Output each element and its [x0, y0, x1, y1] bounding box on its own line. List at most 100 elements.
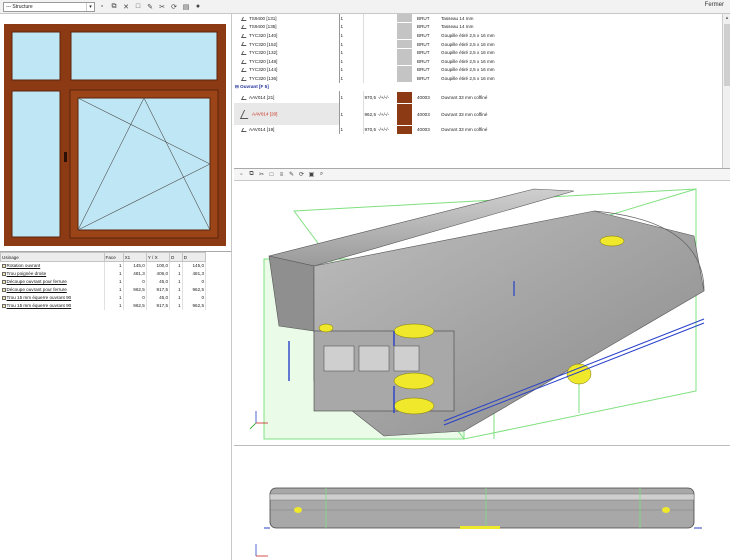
- row-label: Trou 15 mm équerre ouvrant 90: [0, 301, 105, 310]
- list-item[interactable]: TYC320 [140] 1 BRUT Goupille étiré 2,5 x…: [234, 31, 627, 40]
- row-d2: 0: [182, 277, 207, 286]
- table-row[interactable]: Rotation ouvrant 1 145,0 100,0 1 145,0: [0, 261, 207, 270]
- color-swatch: [397, 48, 412, 57]
- cube-icon[interactable]: ▣: [307, 170, 316, 179]
- col-d2[interactable]: D: [181, 252, 207, 262]
- color-swatch: [397, 91, 412, 103]
- table-row[interactable]: Découpe ouvrant pour ferrure 1 962,5 917…: [0, 285, 207, 294]
- row-face: 1: [104, 285, 124, 294]
- profile-section-icon: [239, 109, 253, 119]
- row-y: 45,0: [146, 277, 171, 286]
- profile-2d-view[interactable]: [234, 445, 730, 560]
- row-y: 45,0: [146, 293, 171, 302]
- row-face: 1: [104, 261, 124, 270]
- chamber: [358, 345, 390, 372]
- profile-finish: BRUT: [417, 50, 430, 56]
- profile-qty: 1: [339, 125, 364, 134]
- profile-icon: [241, 42, 248, 47]
- row-d1: 1: [169, 301, 183, 310]
- refresh-icon[interactable]: ⟳: [169, 2, 179, 12]
- print-icon[interactable]: ▤: [181, 2, 191, 12]
- profile-finish: BRUT: [417, 15, 430, 21]
- color-swatch: [397, 14, 412, 23]
- list-item[interactable]: TYC320 [152] 1 BRUT Goupille étiré 2,5 x…: [234, 39, 627, 49]
- scroll-thumb[interactable]: [724, 24, 730, 86]
- pen-icon[interactable]: ✎: [287, 170, 296, 179]
- col-x1[interactable]: X1: [122, 252, 147, 262]
- copy-icon[interactable]: ⧉: [247, 170, 256, 179]
- col-usinage[interactable]: Usinage: [0, 252, 105, 262]
- chamber: [323, 345, 355, 372]
- profile-length: [363, 66, 377, 75]
- col-d1[interactable]: D: [169, 252, 183, 262]
- list-item[interactable]: AAV014 [21] 1 970,5 -/+/-/- 40003 Ouvran…: [234, 91, 627, 104]
- profile-description: Goupille étiré 2,5 x 16 mm: [441, 75, 495, 81]
- table-row[interactable]: Trou poignée droite 1 481,3 406,0 1 481,…: [0, 269, 207, 278]
- list-item[interactable]: TYC320 [144] 1 BRUT Goupille étiré 2,5 x…: [234, 65, 627, 75]
- copy-icon[interactable]: ⧉: [109, 2, 119, 12]
- profile-icon: [241, 50, 248, 55]
- profile-finish: BRUT: [417, 32, 430, 38]
- table-row[interactable]: Découpe ouvrant pour ferrure 1 0 45,0 1 …: [0, 277, 207, 286]
- list-item-selected[interactable]: AAV014 [20] 1 962,5 -/+/-/- 40003 Ouvran…: [234, 103, 627, 126]
- profile-icon: [241, 59, 248, 64]
- profile-list-scrollbar[interactable]: ▴: [722, 14, 730, 168]
- structure-dropdown[interactable]: --- Structure ▾: [3, 1, 95, 12]
- profile-name: TYC320 [152]: [249, 41, 278, 47]
- profile-angles: -/+/-/-: [378, 111, 390, 117]
- profile-icon: [241, 16, 248, 21]
- profile-name: AAV014 [19]: [249, 127, 275, 133]
- profile-qty: 1: [339, 31, 364, 40]
- row-label: Trou 15 mm équerre ouvrant 90: [0, 293, 105, 302]
- close-button[interactable]: Fermer: [705, 2, 724, 8]
- list-item[interactable]: TYC320 [132] 1 BRUT Goupille étiré 2,5 x…: [234, 48, 627, 57]
- row-y: 917,5: [146, 285, 171, 294]
- list-item[interactable]: TS9400 [135] 1 BRUT Tasseau 14 mm: [234, 22, 627, 32]
- profile-angles: [377, 40, 395, 49]
- color-swatch: [397, 65, 412, 74]
- frame-icon[interactable]: □: [133, 2, 143, 12]
- zoom-icon[interactable]: ⌕: [317, 170, 326, 179]
- chamber: [393, 345, 420, 372]
- pen-icon[interactable]: ✎: [145, 2, 155, 12]
- profile-description: Goupille étiré 2,5 x 16 mm: [441, 32, 495, 38]
- row-y: 406,0: [146, 269, 171, 278]
- profile-name: AAV014 [21]: [249, 94, 275, 100]
- list-item[interactable]: TYC320 [136] 1 BRUT Goupille étiré 2,5 x…: [234, 74, 627, 83]
- list-item[interactable]: TS9400 [131] 1 BRUT Tasseau 14 mm: [234, 14, 627, 23]
- row-d1: 1: [169, 293, 183, 302]
- profile-finish: BRUT: [417, 58, 430, 64]
- profile-3d-drawing: [249, 188, 705, 440]
- cut-icon[interactable]: ✂: [157, 2, 167, 12]
- window-preview: [0, 14, 232, 251]
- group-header[interactable]: ⊟ Ouvrant [F 5]: [234, 83, 627, 92]
- new-icon[interactable]: ▫: [97, 2, 107, 12]
- row-x1: 962,5: [123, 301, 147, 310]
- delete-icon[interactable]: ✕: [121, 2, 131, 12]
- table-row[interactable]: Trou 15 mm équerre ouvrant 90 1 962,5 91…: [0, 301, 207, 310]
- row-d2: 0: [182, 293, 207, 302]
- profile-finish: BRUT: [417, 67, 430, 73]
- profile-name: TYC320 [144]: [249, 67, 278, 73]
- help-icon[interactable]: ●: [193, 2, 203, 12]
- layers-icon[interactable]: ≡: [277, 170, 286, 179]
- operation-icon: [1, 264, 6, 269]
- table-row[interactable]: Trou 15 mm équerre ouvrant 90 1 0 45,0 1…: [0, 293, 207, 302]
- refresh-icon[interactable]: ⟳: [297, 170, 306, 179]
- profile-name: TYC320 [132]: [249, 50, 278, 56]
- profile-finish: 40003: [417, 127, 430, 133]
- col-face[interactable]: Face: [103, 252, 124, 262]
- row-y: 917,5: [146, 301, 171, 310]
- row-face: 1: [104, 293, 124, 302]
- cut-icon[interactable]: ✂: [257, 170, 266, 179]
- new-icon[interactable]: ▫: [237, 170, 246, 179]
- list-item[interactable]: AAV014 [19] 1 970,5 -/+/-/- 40003 Ouvran…: [234, 125, 627, 134]
- frame-icon[interactable]: □: [267, 170, 276, 179]
- list-item[interactable]: TYC320 [148] 1 BRUT Goupille étiré 2,5 x…: [234, 56, 627, 66]
- scroll-up-icon[interactable]: ▴: [723, 14, 730, 22]
- col-y[interactable]: Y / X: [145, 252, 171, 262]
- profile-icon: [241, 127, 248, 132]
- profile-finish: BRUT: [417, 75, 430, 81]
- profile-3d-view[interactable]: [234, 181, 730, 443]
- gasket: [393, 372, 435, 390]
